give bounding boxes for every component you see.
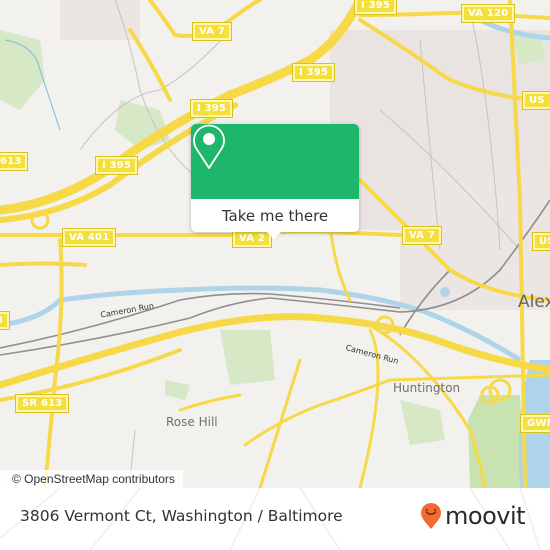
place-label-alexandria: Alex (518, 292, 550, 312)
map-view[interactable]: I 395 VA 120 VA 7 I 395 I 395 US 1 613 I… (0, 0, 550, 488)
moovit-logo[interactable]: moovit (420, 502, 526, 530)
road-shield: VA 120 (460, 4, 516, 23)
road-shield: I 395 (94, 156, 139, 175)
park (400, 400, 445, 445)
road-shield: US (532, 232, 550, 251)
popup-pointer (267, 232, 281, 239)
map-attribution[interactable]: © OpenStreetMap contributors (0, 470, 183, 488)
map-pin-icon (193, 124, 225, 169)
road-shield: I 395 (291, 63, 336, 82)
take-me-there-button[interactable]: Take me there (191, 199, 359, 232)
park (468, 395, 525, 488)
urban-area (60, 0, 140, 40)
brand-name: moovit (445, 502, 526, 530)
address-label: 3806 Vermont Ct, Washington / Baltimore (20, 507, 343, 525)
pond (440, 287, 450, 297)
road-shield: GWMP (519, 414, 550, 433)
moovit-logo-icon (421, 503, 441, 529)
road-shield: I 395 (353, 0, 398, 15)
road-shield: VA 7 (191, 22, 233, 41)
road-shield: US 1 (522, 91, 550, 110)
park (0, 30, 45, 110)
road-shield: VA 2 (231, 229, 273, 248)
road-shield: 8 (0, 311, 11, 330)
place-label-huntington: Huntington (393, 381, 461, 395)
footer-bar: 3806 Vermont Ct, Washington / Baltimore … (0, 488, 550, 550)
road-shield: VA 401 (61, 228, 117, 247)
road-shield: I 395 (189, 99, 234, 118)
park (165, 380, 190, 400)
road-shield: SR 613 (14, 394, 70, 413)
road-shield: VA 7 (401, 226, 443, 245)
popup-header (191, 124, 359, 199)
destination-popup[interactable]: Take me there (191, 124, 359, 239)
place-label-rose-hill: Rose Hill (166, 415, 218, 429)
park (220, 330, 275, 385)
place-name: Rose Hill (166, 415, 218, 429)
road-shield: 613 (0, 152, 29, 171)
